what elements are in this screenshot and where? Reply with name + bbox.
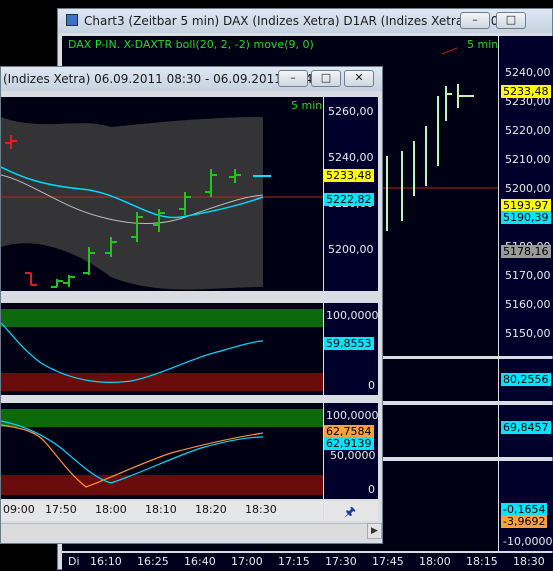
back-time-label: 18:30: [513, 555, 545, 568]
back-time-label: 16:25: [137, 555, 169, 568]
back-price-scale-label: 5240,00: [505, 66, 551, 79]
back-time-label: 16:40: [184, 555, 216, 568]
back-osc1-scale[interactable]: 80,2556: [499, 359, 553, 401]
back-time-label: 17:45: [372, 555, 404, 568]
front-price-scale-label: 5200,00: [328, 243, 374, 256]
back-time-axis[interactable]: Di 16:10 16:25 16:40 17:00 17:15 17:30 17:45 18:…: [62, 553, 553, 571]
front-maximize-button[interactable]: □: [311, 70, 341, 87]
front-osc2-scale-bottom: 0: [368, 483, 375, 496]
front-osc1-scale-top: 100,0000: [326, 309, 378, 322]
back-time-label: 18:00: [419, 555, 451, 568]
back-price-scale[interactable]: 5240,005230,005220,005210,005200,005190,…: [499, 36, 553, 356]
front-osc2-plot: [1, 409, 323, 495]
back-maximize-button[interactable]: □: [496, 12, 526, 29]
front-horizontal-scrollbar[interactable]: [1, 523, 367, 539]
back-osc2-scale[interactable]: 69,8457: [499, 405, 553, 457]
back-time-label: 16:10: [90, 555, 122, 568]
front-osc1-plot: [1, 309, 323, 391]
back-osc3-value-tag-2: -3,9692: [501, 515, 548, 528]
front-time-label: 18:10: [145, 503, 177, 516]
front-price-scale-label: 5240,00: [328, 151, 374, 164]
front-osc1-scale[interactable]: 100,0000 59,8553 0: [324, 303, 378, 395]
back-price-scale-label: 5150,00: [505, 327, 551, 340]
back-time-label: 17:00: [231, 555, 263, 568]
front-price-scale[interactable]: 5260,005240,005220,005200,00 5233,48 522…: [324, 97, 378, 291]
front-osc2-scale-mid: 50,0000: [330, 449, 376, 462]
front-price-pane[interactable]: 5 mins: [1, 97, 323, 291]
back-window-titlebar[interactable]: Chart3 (Zeitbar 5 min) DAX (Indizes Xetr…: [58, 9, 552, 33]
back-price-scale-label: 5220,00: [505, 124, 551, 137]
front-time-axis[interactable]: 09:00 17:50 18:00 18:10 18:20 18:30: [1, 501, 323, 521]
front-price-plot: [1, 117, 323, 290]
front-osc1-value-tag: 59,8553: [324, 337, 374, 350]
back-price-scale-label: 5160,00: [505, 298, 551, 311]
back-osc2-value-tag: 69,8457: [501, 421, 551, 434]
back-time-label: Di: [68, 555, 80, 568]
back-osc1-value-tag: 80,2556: [501, 373, 551, 386]
front-price-scale-label: 5260,00: [328, 105, 374, 118]
front-close-button[interactable]: ✕: [344, 70, 374, 87]
front-mid-price-tag: 5222,82: [324, 193, 374, 206]
back-ref-tag: 5178,16: [501, 245, 551, 258]
pin-icon[interactable]: 🖈: [344, 503, 356, 525]
back-time-label: 17:30: [325, 555, 357, 568]
front-time-label: 18:00: [95, 503, 127, 516]
front-time-axis-corner: 🖈: [324, 501, 378, 521]
front-osc1-scale-bottom: 0: [368, 379, 375, 392]
back-osc3-axis-label: -10,0000: [503, 535, 553, 548]
front-time-label: 18:30: [245, 503, 277, 516]
front-osc2-scale-top: 100,0000: [326, 409, 378, 422]
front-osc2-scale[interactable]: 100,0000 62,7584 62,9139 50,0000 0: [324, 403, 378, 499]
back-boll-mid-tag: 5190,39: [501, 211, 551, 224]
front-chart-window[interactable]: (Indizes Xetra) 06.09.2011 08:30 - 06.09…: [0, 66, 383, 544]
front-window-title: (Indizes Xetra) 06.09.2011 08:30 - 06.09…: [3, 72, 321, 86]
scroll-right-button[interactable]: ▶: [367, 523, 382, 539]
front-window-titlebar[interactable]: (Indizes Xetra) 06.09.2011 08:30 - 06.09…: [1, 67, 382, 91]
front-osc1-pane[interactable]: [1, 303, 323, 395]
back-last-price-tag: 5233,48: [501, 85, 551, 98]
back-window-title: Chart3 (Zeitbar 5 min) DAX (Indizes Xetr…: [84, 14, 510, 28]
back-price-scale-label: 5200,00: [505, 182, 551, 195]
front-time-label: 18:20: [195, 503, 227, 516]
back-minimize-button[interactable]: –: [460, 12, 490, 29]
front-time-label: 17:50: [45, 503, 77, 516]
chart-app-icon: [66, 14, 78, 26]
back-price-scale-label: 5170,00: [505, 269, 551, 282]
back-time-label: 17:15: [278, 555, 310, 568]
back-time-label: 18:15: [466, 555, 498, 568]
front-osc2-pane[interactable]: [1, 403, 323, 499]
back-price-scale-label: 5210,00: [505, 153, 551, 166]
front-time-label: 09:00: [3, 503, 35, 516]
front-minimize-button[interactable]: –: [278, 70, 308, 87]
front-last-price-tag: 5233,48: [324, 169, 374, 182]
back-osc3-scale[interactable]: -0,1654 -3,9692 -10,0000: [499, 461, 553, 551]
